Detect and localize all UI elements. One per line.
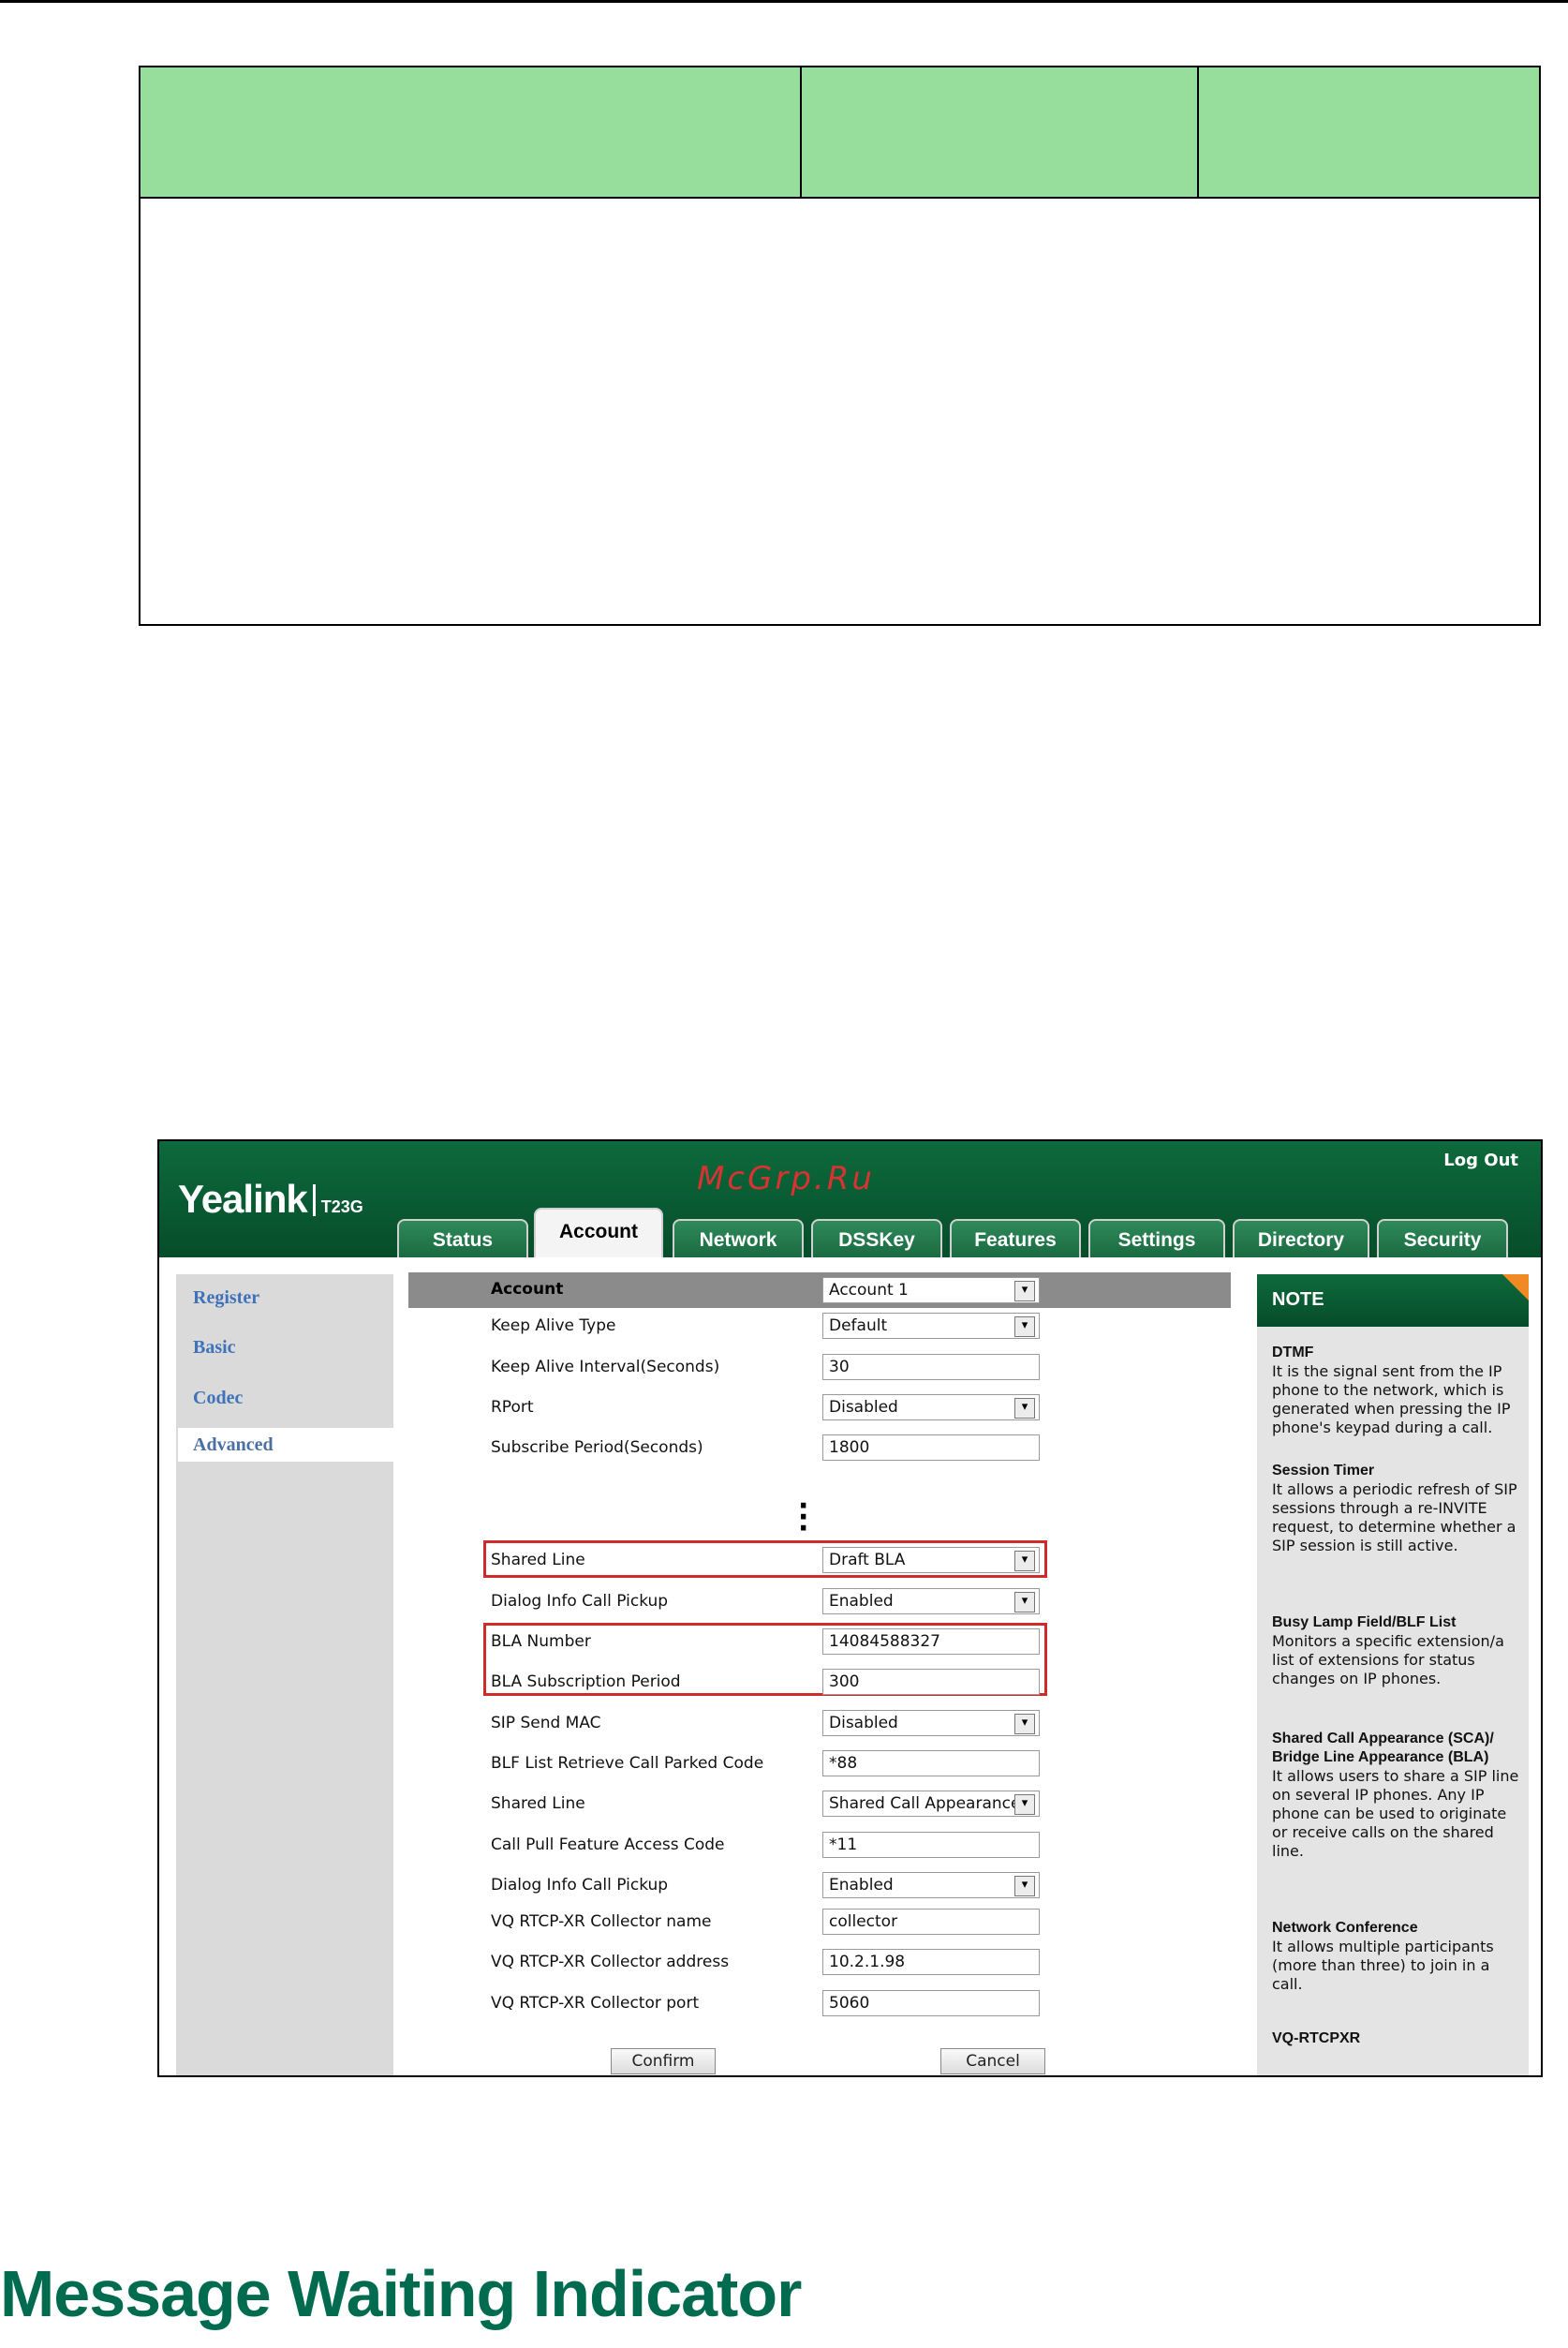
note-blf: Busy Lamp Field/BLF List Monitors a spec… bbox=[1272, 1613, 1521, 1688]
tab-dsskey[interactable]: DSSKey bbox=[811, 1219, 942, 1257]
logout-link[interactable]: Log Out bbox=[1443, 1151, 1518, 1170]
nav-register[interactable]: Register bbox=[193, 1287, 259, 1309]
vq-collector-name-input[interactable]: collector bbox=[822, 1909, 1040, 1935]
web-ui-screenshot: Yealink T23G McGrp.Ru Log Out Status Acco… bbox=[157, 1139, 1543, 2077]
page-top-rule bbox=[0, 0, 1568, 3]
rport-select[interactable]: Disabled bbox=[822, 1394, 1040, 1420]
note-header: NOTE bbox=[1257, 1274, 1529, 1327]
note-blf-text: Monitors a specific extension/a list of … bbox=[1272, 1632, 1504, 1687]
keep-alive-interval-input[interactable]: 30 bbox=[822, 1354, 1040, 1380]
account-label: Account bbox=[491, 1280, 564, 1299]
note-blf-title: Busy Lamp Field/BLF List bbox=[1272, 1614, 1457, 1630]
bla-number-label: BLA Number bbox=[491, 1632, 591, 1651]
note-session-timer-title: Session Timer bbox=[1272, 1463, 1375, 1479]
note-sca-bla-text: It allows users to share a SIP line on s… bbox=[1272, 1767, 1519, 1860]
bla-subscription-period-input[interactable]: 300 bbox=[822, 1669, 1040, 1695]
note-session-timer-text: It allows a periodic refresh of SIP sess… bbox=[1272, 1480, 1517, 1554]
note-dtmf-text: It is the signal sent from the IP phone … bbox=[1272, 1362, 1511, 1436]
note-network-conference-text: It allows multiple participants (more th… bbox=[1272, 1938, 1494, 1993]
note-corner-icon bbox=[1502, 1274, 1529, 1300]
tab-directory[interactable]: Directory bbox=[1233, 1219, 1369, 1257]
dialog-info-pickup-label: Dialog Info Call Pickup bbox=[491, 1592, 669, 1611]
bla-subscription-period-label: BLA Subscription Period bbox=[491, 1672, 681, 1691]
tab-account[interactable]: Account bbox=[534, 1208, 663, 1259]
nav-codec[interactable]: Codec bbox=[193, 1388, 243, 1409]
header-col-2 bbox=[802, 67, 1199, 197]
yealink-logo: Yealink T23G bbox=[178, 1177, 363, 1222]
watermark-text: McGrp.Ru bbox=[697, 1160, 875, 1197]
vq-collector-name-label: VQ RTCP-XR Collector name bbox=[491, 1912, 712, 1931]
parameter-table bbox=[139, 66, 1541, 626]
rport-label: RPort bbox=[491, 1398, 534, 1417]
sip-send-mac-label: SIP Send MAC bbox=[491, 1714, 601, 1732]
vq-collector-port-input[interactable]: 5060 bbox=[822, 1990, 1040, 2016]
tab-features[interactable]: Features bbox=[950, 1219, 1081, 1257]
call-pull-code-input[interactable]: *11 bbox=[822, 1832, 1040, 1858]
blf-parked-code-label: BLF List Retrieve Call Parked Code bbox=[491, 1754, 764, 1773]
note-network-conference-title: Network Conference bbox=[1272, 1920, 1418, 1936]
note-network-conference: Network Conference It allows multiple pa… bbox=[1272, 1919, 1521, 1994]
note-vq-rtcpxr-title: VQ-RTCPXR bbox=[1272, 2030, 1361, 2046]
header-col-3 bbox=[1199, 67, 1539, 197]
logo-separator bbox=[312, 1184, 316, 1216]
note-session-timer: Session Timer It allows a periodic refre… bbox=[1272, 1462, 1521, 1555]
shared-line-select[interactable]: Draft BLA bbox=[822, 1547, 1040, 1573]
sip-send-mac-select[interactable]: Disabled bbox=[822, 1710, 1040, 1736]
note-title: NOTE bbox=[1272, 1289, 1324, 1310]
subscribe-period-input[interactable]: 1800 bbox=[822, 1434, 1040, 1461]
note-panel: NOTE DTMF It is the signal sent from the… bbox=[1257, 1274, 1529, 2075]
tab-status[interactable]: Status bbox=[397, 1219, 528, 1257]
header-col-1 bbox=[141, 67, 802, 197]
omitted-rows-ellipsis: · · · bbox=[798, 1490, 809, 1545]
confirm-button[interactable]: Confirm bbox=[611, 2048, 716, 2074]
shared-line-label: Shared Line bbox=[491, 1551, 585, 1569]
vq-collector-port-label: VQ RTCP-XR Collector port bbox=[491, 1994, 700, 2013]
shared-line-2-label: Shared Line bbox=[491, 1794, 585, 1813]
note-dtmf-title: DTMF bbox=[1272, 1345, 1314, 1360]
vq-collector-address-label: VQ RTCP-XR Collector address bbox=[491, 1953, 730, 1971]
account-selector-bar: Account Account 1 bbox=[408, 1272, 1231, 1308]
call-pull-code-label: Call Pull Feature Access Code bbox=[491, 1835, 725, 1854]
keep-alive-type-select[interactable]: Default bbox=[822, 1313, 1040, 1339]
dialog-info-pickup-select[interactable]: Enabled bbox=[822, 1588, 1040, 1614]
note-dtmf: DTMF It is the signal sent from the IP p… bbox=[1272, 1344, 1521, 1437]
account-select[interactable]: Account 1 bbox=[822, 1277, 1040, 1303]
dialog-info-pickup-2-label: Dialog Info Call Pickup bbox=[491, 1876, 669, 1895]
tab-settings[interactable]: Settings bbox=[1088, 1219, 1225, 1257]
shared-line-2-select[interactable]: Shared Call Appearance bbox=[822, 1791, 1040, 1817]
tab-security[interactable]: Security bbox=[1377, 1219, 1508, 1257]
keep-alive-type-label: Keep Alive Type bbox=[491, 1316, 616, 1335]
cancel-button[interactable]: Cancel bbox=[940, 2048, 1045, 2074]
nav-basic[interactable]: Basic bbox=[193, 1337, 236, 1359]
vq-collector-address-input[interactable]: 10.2.1.98 bbox=[822, 1949, 1040, 1975]
settings-form: Account Account 1 Keep Alive Type Defaul… bbox=[408, 1257, 1231, 2075]
keep-alive-interval-label: Keep Alive Interval(Seconds) bbox=[491, 1358, 720, 1376]
bla-number-input[interactable]: 14084588327 bbox=[822, 1628, 1040, 1655]
section-title: Message Waiting Indicator bbox=[0, 2257, 802, 2330]
model-name: T23G bbox=[320, 1197, 363, 1216]
parameter-table-header bbox=[141, 67, 1539, 199]
note-sca-bla: Shared Call Appearance (SCA)/ Bridge Lin… bbox=[1272, 1730, 1521, 1861]
tab-network[interactable]: Network bbox=[673, 1219, 804, 1257]
dialog-info-pickup-2-select[interactable]: Enabled bbox=[822, 1872, 1040, 1898]
nav-advanced[interactable]: Advanced bbox=[178, 1428, 395, 1462]
brand-name: Yealink bbox=[178, 1177, 308, 1221]
note-vq-rtcpxr: VQ-RTCPXR bbox=[1272, 2029, 1521, 2048]
note-sca-bla-title: Shared Call Appearance (SCA)/ Bridge Lin… bbox=[1272, 1731, 1494, 1765]
blf-parked-code-input[interactable]: *88 bbox=[822, 1750, 1040, 1776]
subscribe-period-label: Subscribe Period(Seconds) bbox=[491, 1438, 703, 1457]
